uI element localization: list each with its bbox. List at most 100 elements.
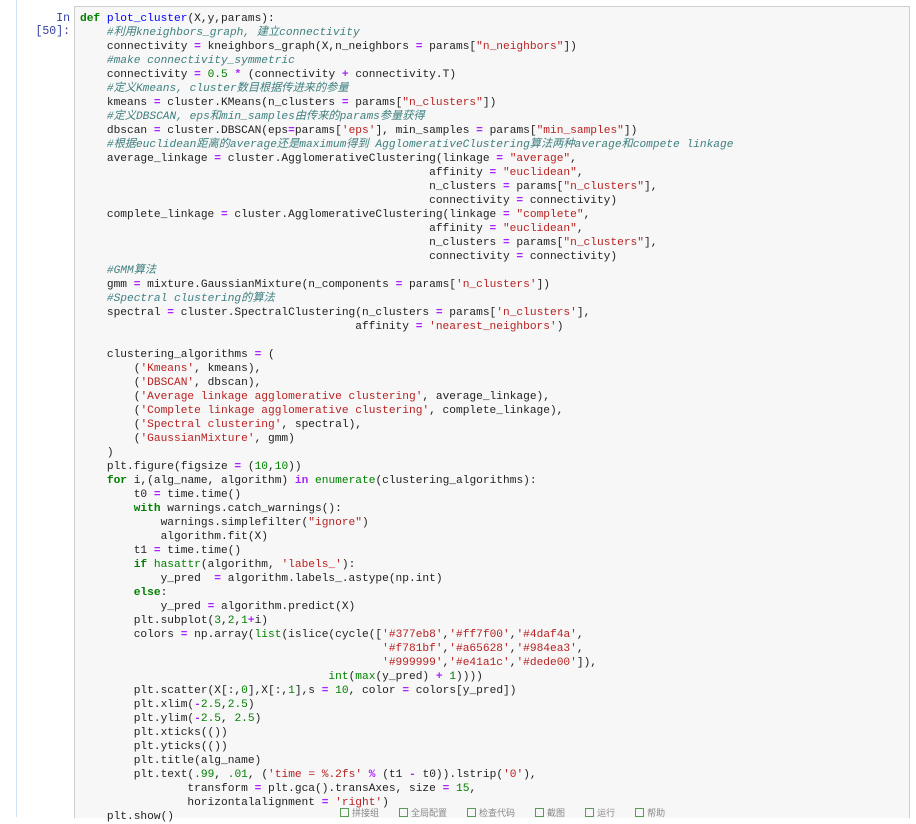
code-token: params[ xyxy=(422,41,477,53)
code-token: list xyxy=(254,629,282,641)
code-line[interactable]: for i,(alg_name, algorithm) in enumerate… xyxy=(80,474,906,488)
code-token: #GMM算法 xyxy=(106,265,157,277)
code-token: , xyxy=(221,699,228,711)
code-line[interactable]: spectral = cluster.SpectralClustering(n_… xyxy=(80,306,906,320)
code-token: '#f781bf' xyxy=(382,643,443,655)
status-item-icon xyxy=(585,808,595,817)
code-token: spectral xyxy=(80,307,168,319)
code-token: 10 xyxy=(335,685,349,697)
code-line[interactable]: else: xyxy=(80,586,906,600)
status-bar-item[interactable]: 全局配置 xyxy=(399,808,447,817)
code-line[interactable]: affinity = "euclidean", xyxy=(80,222,906,236)
code-token: transform xyxy=(80,783,255,795)
code-line[interactable]: #根据euclidean距离的average还是maximum得到 Agglom… xyxy=(80,138,906,152)
code-line[interactable]: ('GaussianMixture', gmm) xyxy=(80,432,906,446)
code-line[interactable]: ('Average linkage agglomerative clusteri… xyxy=(80,390,906,404)
code-line[interactable]: #定义DBSCAN, eps和min_samples由传来的params参量获得 xyxy=(80,110,906,124)
code-line[interactable]: t0 = time.time() xyxy=(80,488,906,502)
status-bar-item[interactable]: 运行 xyxy=(585,808,615,817)
code-line[interactable]: ('Spectral clustering', spectral), xyxy=(80,418,906,432)
code-editor-content[interactable]: def plot_cluster(X,y,params): #利用kneighb… xyxy=(80,12,906,824)
code-line[interactable]: algorithm.fit(X) xyxy=(80,530,906,544)
code-token: , complete_linkage), xyxy=(429,405,564,417)
code-token: '#999999' xyxy=(382,657,443,669)
code-line[interactable] xyxy=(80,334,906,348)
code-line[interactable]: plt.yticks(()) xyxy=(80,740,906,754)
code-line[interactable]: complete_linkage = cluster.Agglomerative… xyxy=(80,208,906,222)
code-token: params[ xyxy=(402,279,456,291)
code-token: ), xyxy=(523,769,537,781)
code-line[interactable]: #Spectral clustering的算法 xyxy=(80,292,906,306)
code-line[interactable]: ('Complete linkage agglomerative cluster… xyxy=(80,404,906,418)
code-token: 10 xyxy=(254,461,269,473)
code-token: kmeans xyxy=(80,97,154,109)
code-token: , ( xyxy=(247,769,269,781)
code-token: ]), xyxy=(576,657,598,669)
code-token: , dbscan), xyxy=(194,377,262,389)
code-line[interactable]: ) xyxy=(80,446,906,460)
code-line[interactable]: connectivity = 0.5 * (connectivity + con… xyxy=(80,68,906,82)
code-line[interactable]: transform = plt.gca().transAxes, size = … xyxy=(80,782,906,796)
code-token: ( xyxy=(261,349,275,361)
code-token: plt.title(alg_name) xyxy=(80,755,262,767)
code-line[interactable]: y_pred = algorithm.labels_.astype(np.int… xyxy=(80,572,906,586)
code-line[interactable]: '#999999','#e41a1c','#dede00']), xyxy=(80,656,906,670)
code-line[interactable]: colors = np.array(list(islice(cycle(['#3… xyxy=(80,628,906,642)
code-line[interactable]: '#f781bf','#a65628','#984ea3', xyxy=(80,642,906,656)
code-line[interactable]: #定义Kmeans, cluster数目根据传进来的参量 xyxy=(80,82,906,96)
code-line[interactable]: plt.xticks(()) xyxy=(80,726,906,740)
code-token: '#dede00' xyxy=(516,657,577,669)
code-line[interactable]: plt.scatter(X[:,0],X[:,1],s = 10, color … xyxy=(80,684,906,698)
code-line[interactable]: plt.figure(figsize = (10,10)) xyxy=(80,460,906,474)
code-line[interactable]: t1 = time.time() xyxy=(80,544,906,558)
code-token: (clustering_algorithms): xyxy=(375,475,537,487)
code-line[interactable]: connectivity = connectivity) xyxy=(80,250,906,264)
status-bar-item[interactable]: 拼接组 xyxy=(340,808,379,817)
code-line[interactable]: affinity = 'nearest_neighbors') xyxy=(80,320,906,334)
code-line[interactable]: plt.subplot(3,2,1+i) xyxy=(80,614,906,628)
code-line[interactable]: kmeans = cluster.KMeans(n_clusters = par… xyxy=(80,96,906,110)
code-line[interactable]: y_pred = algorithm.predict(X) xyxy=(80,600,906,614)
code-line[interactable]: connectivity = kneighbors_graph(X,n_neig… xyxy=(80,40,906,54)
code-token: '#ff7f00' xyxy=(449,629,510,641)
code-line[interactable]: average_linkage = cluster.AgglomerativeC… xyxy=(80,152,906,166)
code-token: 1 xyxy=(241,615,248,627)
code-line[interactable]: def plot_cluster(X,y,params): xyxy=(80,12,906,26)
code-token: )))) xyxy=(456,671,483,683)
code-token: ( xyxy=(80,405,141,417)
status-bar-item[interactable]: 帮助 xyxy=(635,808,665,817)
code-line[interactable]: if hasattr(algorithm, 'labels_'): xyxy=(80,558,906,572)
code-line[interactable]: connectivity = connectivity) xyxy=(80,194,906,208)
status-bar-item[interactable]: 检查代码 xyxy=(467,808,515,817)
code-line[interactable]: plt.title(alg_name) xyxy=(80,754,906,768)
status-bar-item[interactable]: 截图 xyxy=(535,808,565,817)
code-line[interactable]: plt.xlim(-2.5,2.5) xyxy=(80,698,906,712)
code-line[interactable]: #GMM算法 xyxy=(80,264,906,278)
code-line[interactable]: gmm = mixture.GaussianMixture(n_componen… xyxy=(80,278,906,292)
code-token: #定义Kmeans, cluster数目根据传进来的参量 xyxy=(106,83,349,95)
code-token: = xyxy=(502,209,510,221)
code-token: ]) xyxy=(482,97,497,109)
code-token: .01 xyxy=(227,769,248,781)
code-line[interactable]: #利用kneighbors_graph, 建立connectivity xyxy=(80,26,906,40)
code-line[interactable]: plt.text(.99, .01, ('time = %.2fs' % (t1… xyxy=(80,768,906,782)
code-line[interactable]: affinity = "euclidean", xyxy=(80,166,906,180)
code-token: mixture.GaussianMixture(n_components xyxy=(140,279,396,291)
code-token: 'Spectral clustering' xyxy=(140,419,282,431)
code-token: ( xyxy=(80,433,141,445)
code-token: ) xyxy=(254,713,262,725)
code-line[interactable]: dbscan = cluster.DBSCAN(eps=params['eps'… xyxy=(80,124,906,138)
code-line[interactable]: n_clusters = params["n_clusters"], xyxy=(80,236,906,250)
code-line[interactable]: plt.ylim(-2.5, 2.5) xyxy=(80,712,906,726)
code-line[interactable]: ('Kmeans', kmeans), xyxy=(80,362,906,376)
code-line[interactable]: n_clusters = params["n_clusters"], xyxy=(80,180,906,194)
code-line[interactable]: with warnings.catch_warnings(): xyxy=(80,502,906,516)
code-line[interactable]: ('DBSCAN', dbscan), xyxy=(80,376,906,390)
code-line[interactable]: warnings.simplefilter("ignore") xyxy=(80,516,906,530)
code-line[interactable]: clustering_algorithms = ( xyxy=(80,348,906,362)
code-line[interactable]: int(max(y_pred) + 1)))) xyxy=(80,670,906,684)
status-item-icon xyxy=(535,808,545,817)
code-token: params[ xyxy=(482,125,537,137)
code-line[interactable]: #make connectivity_symmetric xyxy=(80,54,906,68)
